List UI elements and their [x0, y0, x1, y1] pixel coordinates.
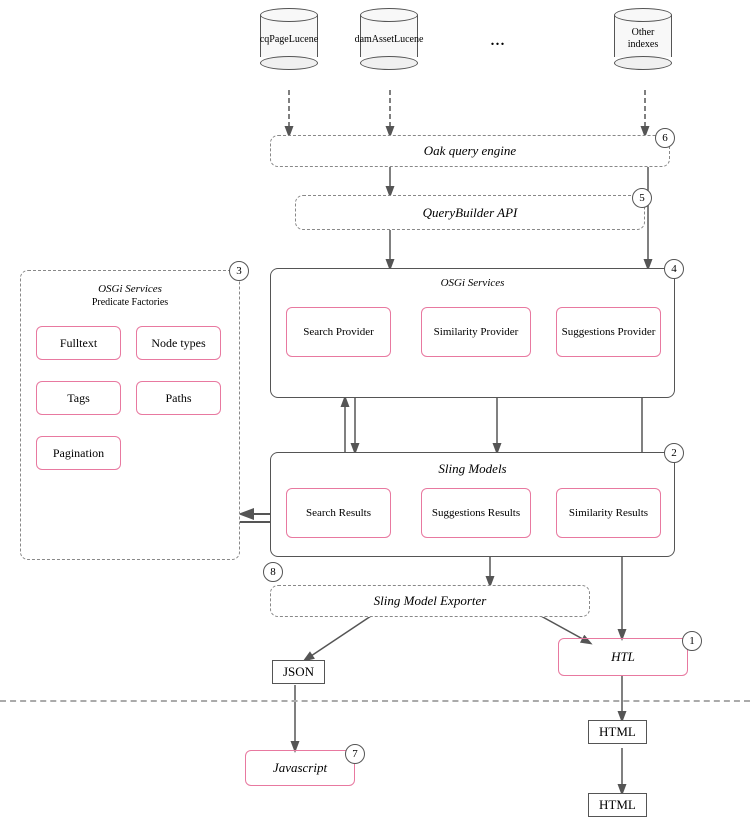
html-second-label: HTML	[588, 793, 647, 817]
cylinder-label: Otherindexes	[628, 27, 659, 51]
cylinder-bottom	[360, 56, 418, 70]
osgi-left-title: OSGi Services	[21, 283, 239, 295]
similarity-results-box: Similarity Results	[556, 488, 661, 538]
pagination-box: Pagination	[36, 436, 121, 470]
osgi-services-left-box: 3 OSGi Services Predicate Factories Full…	[20, 270, 240, 560]
architecture-diagram: cqPageLucene damAssetLucene ... Otherind…	[0, 0, 750, 839]
sling-model-exporter-box: Sling Model Exporter	[270, 585, 590, 617]
cylinder-top	[360, 8, 418, 22]
cylinder-bottom	[260, 56, 318, 70]
javascript-label: Javascript	[273, 760, 327, 776]
osgi-right-title: OSGi Services	[271, 277, 674, 289]
cylinder-top	[614, 8, 672, 22]
badge-5: 5	[632, 188, 652, 208]
suggestions-provider-box: Suggestions Provider	[556, 307, 661, 357]
badge-1: 1	[682, 631, 702, 651]
sling-models-box: 2 Sling Models Search Results Suggestion…	[270, 452, 675, 557]
badge-4: 4	[664, 259, 684, 279]
search-results-box: Search Results	[286, 488, 391, 538]
tags-box: Tags	[36, 381, 121, 415]
similarity-provider-box: Similarity Provider	[421, 307, 531, 357]
badge-2: 2	[664, 443, 684, 463]
search-provider-box: Search Provider	[286, 307, 391, 357]
cqpagelucene-index: cqPageLucene	[260, 8, 318, 70]
oak-query-engine-box: Oak query engine	[270, 135, 670, 167]
oak-query-engine-label: Oak query engine	[424, 143, 516, 159]
json-label: JSON	[272, 660, 325, 684]
querybuilder-api-box: QueryBuilder API	[295, 195, 645, 230]
badge-6: 6	[655, 128, 675, 148]
damassetlucene-index: damAssetLucene	[360, 8, 418, 70]
paths-box: Paths	[136, 381, 221, 415]
sling-models-title: Sling Models	[271, 461, 674, 477]
cylinder-label: cqPageLucene	[260, 34, 318, 45]
other-indexes: Otherindexes	[614, 8, 672, 70]
htl-box: HTL	[558, 638, 688, 676]
cylinder-top	[260, 8, 318, 22]
badge-8: 8	[263, 562, 283, 582]
suggestions-results-box: Suggestions Results	[421, 488, 531, 538]
node-types-box: Node types	[136, 326, 221, 360]
osgi-left-subtitle: Predicate Factories	[21, 297, 239, 308]
sling-model-exporter-label: Sling Model Exporter	[374, 593, 487, 609]
html-first-label: HTML	[588, 720, 647, 744]
badge-3: 3	[229, 261, 249, 281]
ellipsis: ...	[490, 28, 505, 51]
badge-7: 7	[345, 744, 365, 764]
querybuilder-api-label: QueryBuilder API	[423, 205, 518, 221]
fulltext-box: Fulltext	[36, 326, 121, 360]
separator-line	[0, 700, 750, 702]
cylinder-label: damAssetLucene	[355, 34, 424, 45]
javascript-box: Javascript	[245, 750, 355, 786]
cylinder-bottom	[614, 56, 672, 70]
osgi-services-right-box: 4 OSGi Services Search Provider Similari…	[270, 268, 675, 398]
htl-label: HTL	[611, 649, 635, 665]
